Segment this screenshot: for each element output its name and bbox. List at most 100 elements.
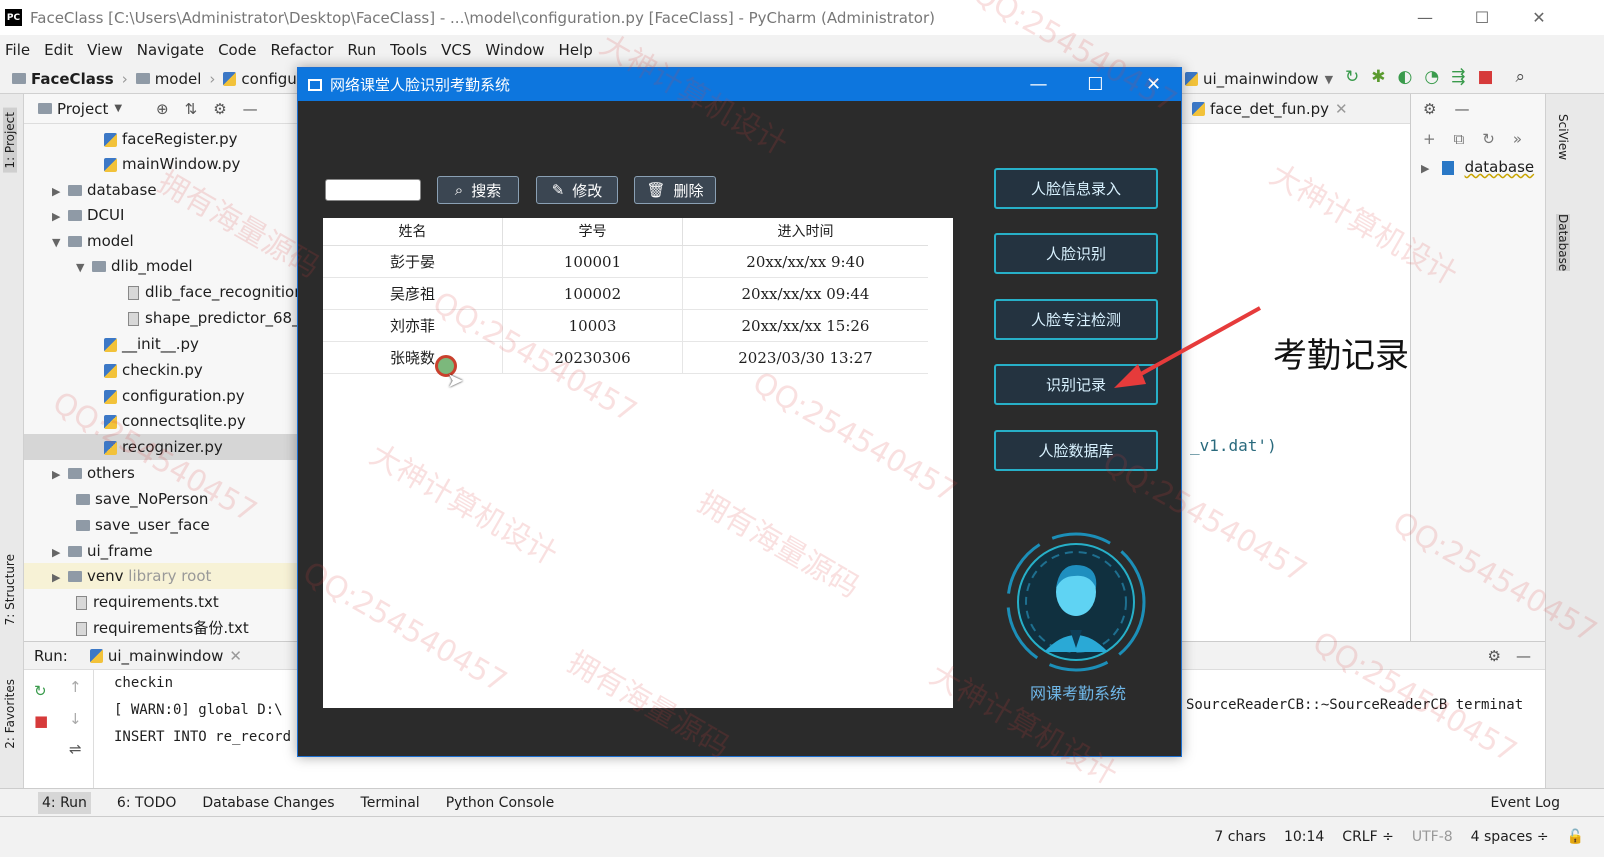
locate-icon[interactable]: ⊕ (156, 100, 169, 118)
face-recognition-button[interactable]: 人脸识别 (994, 233, 1158, 274)
menu-tools[interactable]: Tools (390, 41, 427, 59)
table-cell[interactable]: 张晓数 (323, 342, 503, 374)
close-button[interactable]: ✕ (1514, 0, 1564, 35)
concurrency-icon[interactable]: ⇶ (1451, 67, 1465, 87)
table-cell[interactable]: 彭于晏 (323, 246, 503, 278)
python-console-tool-button[interactable]: Python Console (446, 795, 555, 811)
table-cell[interactable]: 20xx/xx/xx 9:40 (683, 246, 928, 278)
menu-window[interactable]: Window (485, 41, 544, 59)
editor-tab[interactable]: face_det_fun.py (1210, 100, 1329, 118)
gear-icon[interactable]: ⚙ (213, 100, 226, 118)
minimize-button[interactable]: — (1400, 0, 1450, 35)
tree-item[interactable]: requirements备份.txt (76, 615, 249, 641)
delete-button[interactable]: 🗑 删除 (634, 176, 716, 204)
todo-tool-button[interactable]: 6: TODO (117, 795, 176, 811)
chevron-down-icon[interactable]: ▼ (114, 103, 122, 114)
close-tab-icon[interactable]: ✕ (1335, 100, 1348, 118)
hide-icon[interactable]: — (243, 100, 258, 118)
status-indent[interactable]: 4 spaces ÷ (1471, 829, 1549, 845)
tree-item[interactable]: checkin.py (104, 357, 203, 383)
table-cell[interactable]: 刘亦菲 (323, 310, 503, 342)
menu-file[interactable]: File (5, 41, 30, 59)
breadcrumb-model[interactable]: model (155, 70, 202, 88)
menu-view[interactable]: View (87, 41, 123, 59)
table-cell[interactable]: 吴彦祖 (323, 278, 503, 310)
menu-code[interactable]: Code (218, 41, 256, 59)
stop-icon[interactable]: ■ (34, 712, 48, 730)
arrow-down-icon[interactable]: ↓ (69, 710, 82, 728)
face-database-button[interactable]: 人脸数据库 (994, 430, 1158, 471)
arrow-up-icon[interactable]: ↑ (69, 678, 82, 696)
menu-help[interactable]: Help (559, 41, 593, 59)
favorites-tool-tab[interactable]: 2: Favorites (3, 679, 17, 749)
tree-item[interactable]: configuration.py (104, 383, 245, 409)
table-cell[interactable]: 20xx/xx/xx 09:44 (683, 278, 928, 310)
breadcrumb-project[interactable]: FaceClass (31, 70, 114, 88)
collapse-icon[interactable]: ⇅ (185, 100, 198, 118)
column-header-id[interactable]: 学号 (503, 218, 683, 246)
face-enroll-button[interactable]: 人脸信息录入 (994, 168, 1158, 209)
tree-item[interactable]: ▼ dlib_model (76, 253, 193, 279)
sciview-tool-tab[interactable]: SciView (1556, 114, 1570, 160)
maximize-button[interactable]: ☐ (1457, 0, 1507, 35)
tree-item[interactable]: save_NoPerson (76, 486, 208, 512)
search-input[interactable] (325, 179, 421, 201)
search-icon[interactable]: ⌕ (1516, 67, 1526, 87)
profile-icon[interactable]: ◔ (1424, 67, 1439, 87)
tree-item[interactable]: ▶ database (52, 177, 157, 203)
menu-vcs[interactable]: VCS (441, 41, 471, 59)
run-tool-button[interactable]: 4: Run (38, 791, 91, 814)
dialog-maximize-button[interactable]: ☐ (1068, 68, 1123, 101)
search-button[interactable]: ⌕ 搜索 (437, 176, 519, 204)
menu-edit[interactable]: Edit (44, 41, 73, 59)
rerun-icon[interactable]: ↻ (1345, 67, 1359, 87)
run-tab[interactable]: ui_mainwindow (108, 647, 224, 665)
status-line-separator[interactable]: CRLF ÷ (1342, 829, 1394, 845)
structure-tool-tab[interactable]: 7: Structure (3, 554, 17, 625)
table-cell[interactable]: 2023/03/30 13:27 (683, 342, 928, 374)
gear-icon[interactable]: ⚙ (1488, 647, 1501, 665)
tree-item[interactable]: save_user_face (76, 512, 210, 538)
column-header-time[interactable]: 进入时间 (683, 218, 928, 246)
copy-icon[interactable]: ⧉ (1454, 130, 1465, 148)
column-header-name[interactable]: 姓名 (323, 218, 503, 246)
hide-icon[interactable]: — (1454, 100, 1469, 118)
rerun-icon[interactable]: ↻ (34, 682, 47, 700)
tree-item[interactable]: requirements.txt (76, 589, 219, 615)
project-panel-title[interactable]: Project (57, 100, 108, 118)
terminal-tool-button[interactable]: Terminal (361, 795, 420, 811)
menu-refactor[interactable]: Refactor (270, 41, 333, 59)
database-tree-item[interactable]: ▶ database (1411, 158, 1545, 176)
project-tool-tab[interactable]: 1: Project (3, 108, 17, 173)
run-config-selector[interactable]: ui_mainwindow ▼ (1185, 66, 1333, 92)
menu-run[interactable]: Run (347, 41, 376, 59)
database-tool-tab[interactable]: Database (1556, 214, 1570, 272)
database-changes-tool-button[interactable]: Database Changes (202, 795, 334, 811)
tree-item[interactable]: ▶ venv library root (24, 563, 298, 589)
status-encoding[interactable]: UTF-8 (1412, 829, 1453, 845)
tree-item[interactable]: shape_predictor_68_f (128, 305, 298, 331)
event-log-tool-button[interactable]: Event Log (1490, 795, 1560, 811)
table-cell[interactable]: 10003 (503, 310, 683, 342)
wrap-icon[interactable]: ⇌ (69, 740, 82, 758)
tree-item[interactable]: ▶ others (52, 460, 135, 486)
hide-icon[interactable]: — (1516, 647, 1531, 665)
table-cell[interactable]: 20230306 (503, 342, 683, 374)
more-icon[interactable]: » (1513, 130, 1522, 148)
tree-item[interactable]: ▼ model (52, 228, 134, 254)
table-cell[interactable]: 20xx/xx/xx 15:26 (683, 310, 928, 342)
debug-icon[interactable]: ✱ (1371, 67, 1385, 87)
gear-icon[interactable]: ⚙ (1423, 100, 1436, 118)
status-caret-position[interactable]: 10:14 (1284, 829, 1324, 845)
tree-item[interactable]: dlib_face_recognition (128, 279, 298, 305)
coverage-icon[interactable]: ◐ (1398, 67, 1413, 87)
edit-button[interactable]: ✎ 修改 (536, 176, 618, 204)
table-cell[interactable]: 100002 (503, 278, 683, 310)
refresh-icon[interactable]: ↻ (1482, 130, 1495, 148)
table-cell[interactable]: 100001 (503, 246, 683, 278)
menu-navigate[interactable]: Navigate (137, 41, 204, 59)
tree-item[interactable]: mainWindow.py (104, 151, 240, 177)
close-tab-icon[interactable]: ✕ (229, 647, 242, 665)
tree-item[interactable]: connectsqlite.py (104, 408, 246, 434)
tree-item-selected[interactable]: recognizer.py (24, 434, 298, 460)
